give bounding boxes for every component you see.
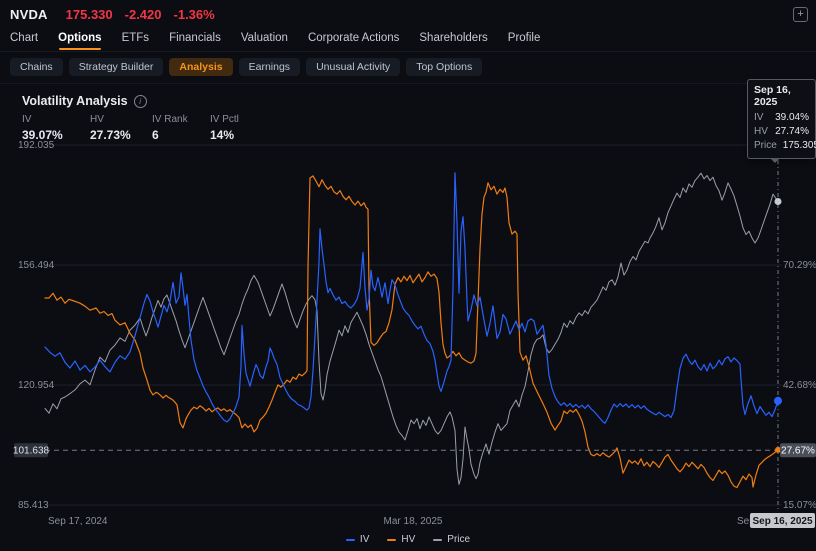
axis-tick-label: Sep 16, 2025 — [752, 516, 812, 527]
axis-tick-label: 156.494 — [18, 260, 55, 271]
last-value-dot-iv — [774, 397, 782, 405]
axis-tick-label: Sep 17, 2024 — [48, 516, 108, 527]
stat-label: HV — [90, 114, 152, 125]
ticker-price: 175.330 — [66, 7, 113, 22]
tooltip-label: IV — [754, 111, 763, 125]
tab-corporate-actions[interactable]: Corporate Actions — [308, 29, 399, 50]
chart-legend: IV HV Price — [0, 534, 816, 545]
series-line-iv — [45, 173, 778, 423]
tab-shareholders[interactable]: Shareholders — [419, 29, 487, 50]
last-value-dot-price — [775, 198, 782, 205]
popout-window-icon[interactable]: + — [793, 7, 808, 22]
tooltip-label: Price — [754, 139, 777, 153]
options-subtabs: Chains Strategy Builder Analysis Earning… — [0, 52, 816, 84]
price-line-swatch-icon — [433, 539, 442, 541]
tooltip-value: 27.74% — [775, 125, 809, 139]
axis-tick-label: 15.07% — [783, 500, 816, 511]
legend-item-price[interactable]: Price — [433, 534, 470, 545]
legend-item-hv[interactable]: HV — [387, 534, 415, 545]
axis-tick-label: 27.67% — [781, 446, 815, 457]
tab-chart[interactable]: Chart — [10, 29, 38, 50]
tooltip-value: 39.04% — [775, 111, 809, 125]
hv-line-swatch-icon — [387, 539, 396, 541]
tab-profile[interactable]: Profile — [508, 29, 541, 50]
info-icon[interactable] — [134, 95, 147, 108]
tab-options[interactable]: Options — [58, 29, 101, 50]
ticker-quote: 175.330 -2.420 -1.36% — [66, 7, 215, 22]
axis-tick-label: Mar 18, 2025 — [384, 516, 443, 527]
panel-header: Volatility Analysis — [0, 84, 816, 108]
series-line-price — [45, 173, 778, 484]
tooltip-row-hv: HV 27.74% — [754, 125, 809, 139]
stat-label: IV Pctl — [210, 114, 239, 125]
ticker-change: -2.420 — [125, 7, 162, 22]
subtab-earnings[interactable]: Earnings — [239, 58, 300, 76]
tooltip-row-iv: IV 39.04% — [754, 111, 809, 125]
axis-tick-label: 101.638 — [13, 446, 50, 457]
ticker-change-pct: -1.36% — [174, 7, 215, 22]
ticker-symbol: NVDA — [10, 7, 48, 22]
ticker-bar: NVDA 175.330 -2.420 -1.36% + — [0, 0, 816, 28]
subtab-strategy-builder[interactable]: Strategy Builder — [69, 58, 164, 76]
iv-line-swatch-icon — [346, 539, 355, 541]
axis-tick-label: 192.035 — [18, 140, 55, 151]
axis-tick-label: 85.413 — [18, 500, 49, 511]
volatility-chart[interactable]: 192.035156.494120.95485.41397.90%70.29%4… — [0, 135, 816, 551]
stat-label: IV — [22, 114, 90, 125]
subtab-unusual-activity[interactable]: Unusual Activity — [306, 58, 400, 76]
axis-tick-label: 120.954 — [18, 380, 55, 391]
tooltip-value: 175.305 — [783, 139, 816, 153]
options-analysis-page: { "topbar": {"symbol":"NVDA","price":"17… — [0, 0, 816, 551]
tooltip-row-price: Price 175.305 — [754, 139, 809, 153]
chart-hover-tooltip: Sep 16, 2025 IV 39.04% HV 27.74% Price 1… — [747, 79, 816, 159]
main-nav: Chart Options ETFs Financials Valuation … — [0, 28, 816, 52]
subtab-top-options[interactable]: Top Options — [406, 58, 482, 76]
subtab-chains[interactable]: Chains — [10, 58, 63, 76]
tab-valuation[interactable]: Valuation — [241, 29, 288, 50]
stat-label: IV Rank — [152, 114, 210, 125]
tooltip-date: Sep 16, 2025 — [754, 84, 809, 108]
axis-tick-label: 70.29% — [783, 260, 816, 271]
subtab-analysis[interactable]: Analysis — [169, 58, 232, 76]
page-title: Volatility Analysis — [22, 94, 128, 108]
tab-financials[interactable]: Financials — [169, 29, 221, 50]
series-line-hv — [45, 176, 778, 488]
tooltip-label: HV — [754, 125, 768, 139]
legend-item-iv[interactable]: IV — [346, 534, 369, 545]
axis-tick-label: 42.68% — [783, 380, 816, 391]
tab-etfs[interactable]: ETFs — [122, 29, 149, 50]
